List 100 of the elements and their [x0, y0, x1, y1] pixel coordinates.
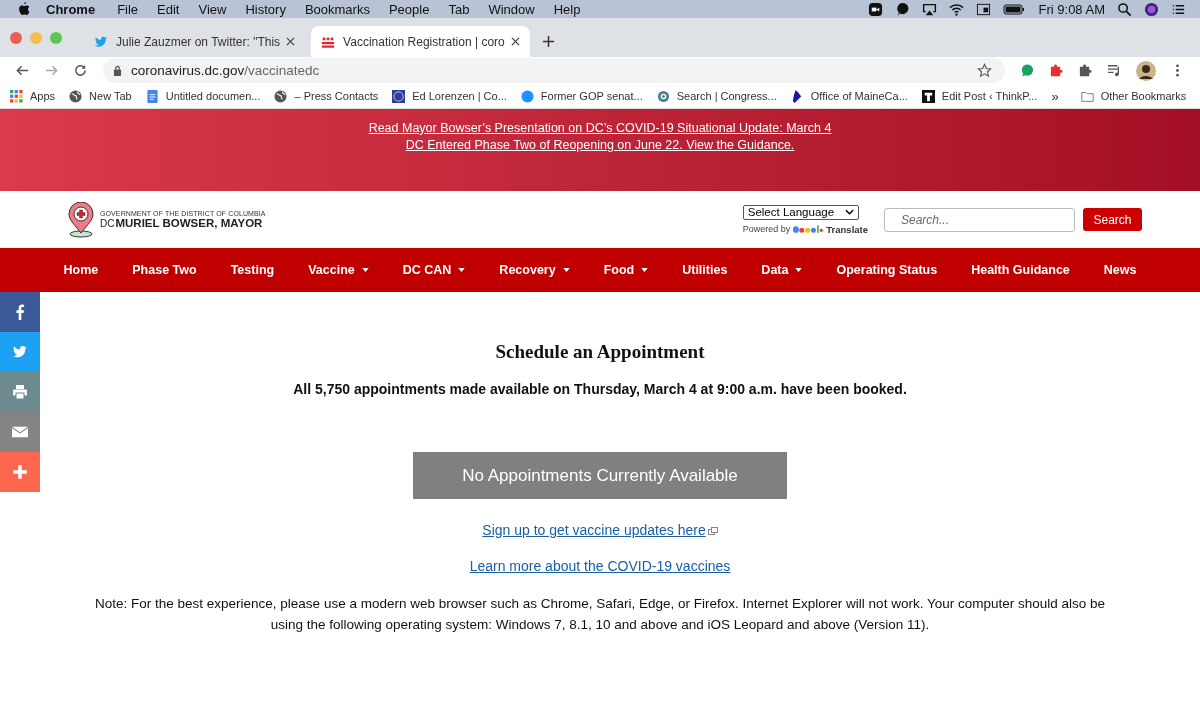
speech-bubble-icon[interactable] — [894, 1, 910, 17]
grid-icon — [10, 89, 23, 103]
logo-mark: DC — [100, 218, 115, 229]
nav-item[interactable]: News — [1086, 263, 1154, 277]
menu-item[interactable]: File — [117, 1, 139, 17]
globe-icon — [274, 89, 288, 103]
other-bookmarks[interactable]: Other Bookmarks — [1080, 89, 1187, 103]
letter-t-icon — [921, 89, 935, 103]
powered-by-label: Powered by — [742, 224, 791, 234]
menu-item[interactable]: Chrome — [46, 1, 96, 17]
banner-link[interactable]: DC Entered Phase Two of Reopening on June 22. View the Guidance. — [405, 137, 795, 154]
nav-item[interactable]: Operating Status — [819, 263, 955, 277]
globe-icon — [69, 89, 83, 103]
puzzle-icon[interactable] — [1078, 63, 1093, 78]
menu-item[interactable]: Help — [553, 1, 581, 17]
bookmark[interactable]: Search | Congress... — [656, 89, 777, 103]
share-button[interactable] — [0, 332, 40, 372]
seal-icon — [392, 89, 406, 103]
ring-icon — [656, 89, 670, 103]
tab-title: Vaccination Registration | coro — [343, 34, 505, 49]
no-appointments-button[interactable]: No Appointments Currently Available — [413, 452, 787, 499]
menu-item[interactable]: Window — [488, 1, 535, 17]
url-text: coronavirus.dc.gov/vaccinatedc — [131, 63, 320, 78]
more-bookmarks-button[interactable]: » — [1051, 88, 1059, 104]
booking-notice: All 5,750 appointments made available on Thursday, March 4 at 9:00 a.m. have been booked. — [293, 381, 907, 397]
bird-icon — [12, 344, 28, 360]
nav-item[interactable]: Vaccine — [291, 263, 386, 277]
info-link[interactable]: Learn more about the COVID-19 vaccines — [469, 558, 731, 574]
close-icon[interactable] — [286, 37, 296, 46]
browser-tab[interactable]: Vaccination Registration | coro — [311, 26, 530, 57]
close-icon[interactable] — [510, 37, 520, 46]
plus-icon — [12, 464, 28, 480]
menu-item[interactable]: Bookmarks — [304, 1, 370, 17]
bird-icon — [94, 34, 108, 49]
google-logo-icon — [793, 224, 824, 234]
nav-item[interactable]: Testing — [213, 263, 292, 277]
avatar[interactable] — [1136, 60, 1156, 81]
info-link[interactable]: Sign up to get vaccine updates here — [482, 522, 718, 538]
lock-icon[interactable] — [113, 65, 122, 76]
orb-icon[interactable] — [1144, 1, 1159, 17]
reload-icon[interactable] — [73, 63, 88, 78]
chat-icon[interactable] — [1020, 63, 1035, 78]
search-button[interactable]: Search — [1083, 208, 1142, 231]
nav-item[interactable]: Data — [744, 263, 820, 277]
search-field[interactable]: Search... — [884, 207, 1075, 232]
playlist-icon[interactable] — [1107, 63, 1122, 78]
folder-icon — [1080, 89, 1094, 103]
printer-icon — [12, 384, 28, 400]
battery-icon[interactable] — [1002, 1, 1025, 17]
extension-icon[interactable] — [1049, 63, 1064, 78]
clock[interactable]: Fri 9:08 AM — [1038, 1, 1105, 17]
browser-tab[interactable]: Julie Zauzmer on Twitter: "This — [84, 26, 306, 57]
new-tab-icon[interactable] — [541, 35, 555, 48]
back-icon[interactable] — [15, 63, 30, 78]
share-button[interactable] — [0, 412, 40, 452]
menu-item[interactable]: People — [388, 1, 430, 17]
menu-item[interactable]: Tab — [448, 1, 470, 17]
map-icon — [790, 89, 804, 103]
browser-note: Note: For the best experience, please use a modern web browser such as Chrome, Safari, Edge, or Firefox. Internet Explorer will not work. Your computer should also be using the following operating system: Windows 7, 8.1, 10 and above and iOS Leopard and above (Version 11). — [95, 595, 1105, 634]
bookmark[interactable]: New Tab — [69, 89, 132, 103]
nav-item[interactable]: Home — [46, 263, 116, 277]
document-icon — [145, 89, 159, 103]
page-heading: Schedule an Appointment — [495, 341, 705, 363]
nav-item[interactable]: Food — [586, 263, 666, 277]
menu-item[interactable]: View — [198, 1, 227, 17]
window-controls-drawing[interactable] — [10, 31, 64, 44]
circle-icon — [520, 89, 534, 103]
share-button[interactable] — [0, 372, 40, 412]
video-icon[interactable] — [867, 1, 883, 17]
airplay-icon[interactable] — [921, 1, 937, 17]
bookmark[interactable]: Former GOP senat... — [520, 89, 643, 103]
bookmark[interactable]: Edit Post ‹ ThinkP... — [921, 89, 1038, 103]
wifi-icon[interactable] — [948, 1, 964, 17]
star-icon[interactable] — [977, 63, 992, 78]
logo-title: MURIEL BOWSER, MAYOR — [115, 217, 263, 229]
translate-label: Translate — [826, 223, 868, 235]
share-button[interactable] — [0, 452, 40, 492]
map-pin-logo-icon — [66, 201, 96, 238]
menu-item[interactable]: History — [245, 1, 286, 17]
bookmark[interactable]: Office of MaineCa... — [790, 89, 908, 103]
bookmark[interactable]: Ed Lorenzen | Co... — [392, 89, 507, 103]
menu-item[interactable]: Edit — [157, 1, 180, 17]
tab-title: Julie Zauzmer on Twitter: "This — [116, 34, 281, 49]
chevron-down-icon — [844, 209, 854, 215]
nav-item[interactable]: Recovery — [482, 263, 587, 277]
apple-icon[interactable] — [18, 2, 30, 16]
nav-item[interactable]: Phase Two — [115, 263, 214, 277]
nav-item[interactable]: Health Guidance — [954, 263, 1087, 277]
nav-item[interactable]: DC CAN — [385, 263, 483, 277]
nav-item[interactable]: Utilities — [665, 263, 745, 277]
address-bar[interactable]: coronavirus.dc.gov/vaccinatedc — [103, 58, 1005, 83]
envelope-icon — [12, 424, 28, 440]
language-select[interactable]: Select Language — [742, 204, 859, 220]
window-icon[interactable] — [975, 1, 991, 17]
bookmark[interactable]: Untitled documen... — [145, 89, 261, 103]
banner-link[interactable]: Read Mayor Bowser’s Presentation on DC’s COVID-19 Situational Update: March 4 — [368, 120, 832, 137]
bookmark[interactable]: Apps — [10, 89, 56, 103]
share-button[interactable] — [0, 292, 40, 332]
bookmark[interactable]: – Press Contacts — [274, 89, 379, 103]
search-icon[interactable] — [1117, 1, 1132, 17]
